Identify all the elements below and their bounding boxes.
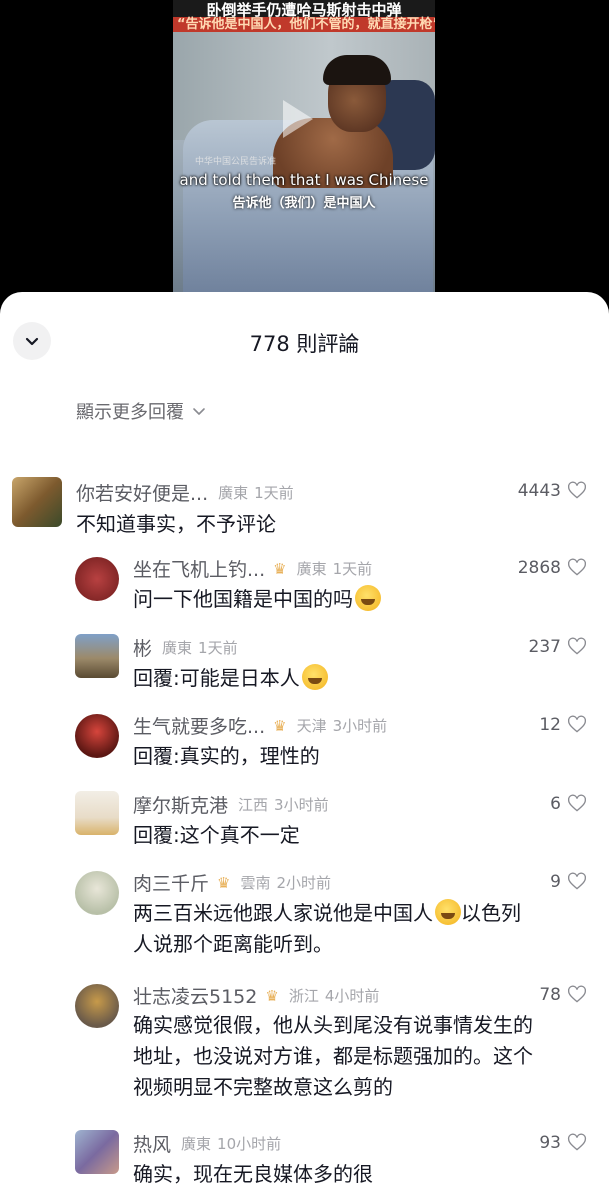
comment-meta: 雲南 2小时前: [240, 874, 332, 892]
heart-outline-icon: [567, 481, 587, 499]
comment-text: 两三百米远他跟人家说他是中国人 以色列 人说那个距离能听到。: [133, 899, 521, 956]
like-button[interactable]: 4443: [518, 481, 587, 501]
crown-icon: ♛: [273, 559, 287, 578]
comment-text: 回覆:这个真不一定: [133, 823, 300, 847]
emoji-icon: [301, 664, 328, 690]
comment-meta: 廣東 10小时前: [181, 1135, 282, 1153]
comment-meta: 天津 3小时前: [296, 717, 388, 735]
comment-meta: 廣東 1天前: [162, 639, 238, 657]
like-button[interactable]: 78: [539, 985, 587, 1005]
like-count: 78: [539, 985, 561, 1005]
like-count: 9: [550, 872, 561, 892]
crown-icon: ♛: [217, 873, 231, 892]
like-button[interactable]: 12: [539, 715, 587, 735]
like-count: 6: [550, 794, 561, 814]
comment-count-title: 778 則評論: [249, 332, 360, 356]
heart-outline-icon: [567, 794, 587, 812]
comment-meta: 廣東 1天前: [218, 484, 294, 502]
comment-author[interactable]: 坐在飞机上钓...: [133, 555, 265, 582]
heart-outline-icon: [567, 558, 587, 576]
emoji-icon: [435, 899, 461, 925]
heart-outline-icon: [567, 872, 587, 890]
like-count: 12: [539, 715, 561, 735]
video-player[interactable]: 卧倒举手仍遭哈马斯射击中弹 “告诉他是中国人，他们不管的，就直接开枪” 中华中国…: [0, 0, 609, 300]
like-button[interactable]: 2868: [518, 558, 587, 578]
avatar[interactable]: [12, 477, 62, 527]
heart-outline-icon: [567, 715, 587, 733]
comment-text: 回覆:真实的，理性的: [133, 744, 320, 768]
avatar[interactable]: [75, 557, 119, 601]
avatar[interactable]: [75, 1130, 119, 1174]
show-more-replies-label: 顯示更多回覆: [76, 402, 184, 423]
like-count: 237: [528, 637, 561, 657]
comment-author[interactable]: 壮志凌云5152: [133, 982, 257, 1009]
heart-outline-icon: [567, 985, 587, 1003]
video-caption-zh: 告诉他（我们）是中国人: [232, 196, 376, 211]
chevron-down-icon: [193, 408, 205, 415]
comment-author[interactable]: 肉三千斤: [133, 869, 209, 896]
like-count: 93: [539, 1133, 561, 1153]
play-icon[interactable]: [283, 100, 313, 138]
comment-author[interactable]: 热风: [133, 1130, 171, 1157]
comment-text: 确实，现在无良媒体多的很: [133, 1162, 373, 1186]
comment-text: 不知道事实，不予评论: [76, 512, 276, 536]
comment-text: 回覆:可能是日本人: [133, 663, 328, 694]
comment-text: 问一下他国籍是中国的吗: [133, 584, 381, 615]
like-button[interactable]: 9: [550, 872, 587, 892]
video-caption-en: and told them that I was Chinese: [179, 171, 429, 189]
comment-author[interactable]: 摩尔斯克港: [133, 791, 228, 818]
video-watermark: 中华中国公民告诉准: [195, 157, 277, 167]
comment-meta: 廣東 1天前: [296, 560, 373, 578]
comment-author[interactable]: 生气就要多吃...: [133, 712, 265, 739]
avatar[interactable]: [75, 984, 119, 1028]
like-count: 4443: [517, 481, 561, 501]
like-button[interactable]: 6: [550, 794, 587, 814]
show-more-replies-button[interactable]: 顯示更多回覆: [76, 398, 206, 424]
emoji-icon: [355, 585, 381, 611]
crown-icon: ♛: [273, 716, 287, 735]
heart-outline-icon: [567, 1133, 587, 1151]
comment-sheet: 778 則評論 顯示更多回覆 你若安好便是... 廣東 1天前 不知道事实，不予评…: [0, 292, 609, 1200]
comment-text: 确实感觉很假，他从头到尾没有说事情发生的 地址，也没说对方谁，都是标题强加的。这…: [133, 1013, 533, 1099]
video-person-hair: [323, 55, 391, 85]
comment-meta: 江西 3小时前: [238, 796, 329, 814]
video-subtitle: “告诉他是中国人，他们不管的，就直接开枪”: [173, 17, 435, 32]
like-button[interactable]: 237: [529, 637, 587, 657]
avatar[interactable]: [75, 634, 119, 678]
comment-meta: 浙江 4小时前: [288, 987, 380, 1005]
avatar[interactable]: [75, 791, 119, 835]
crown-icon: ♛: [265, 986, 279, 1005]
heart-outline-icon: [567, 637, 587, 655]
avatar[interactable]: [75, 714, 119, 758]
video-frame[interactable]: 卧倒举手仍遭哈马斯射击中弹 “告诉他是中国人，他们不管的，就直接开枪” 中华中国…: [173, 0, 435, 292]
like-count: 2868: [517, 558, 561, 578]
comment-author[interactable]: 你若安好便是...: [76, 479, 208, 506]
comment-author[interactable]: 彬: [133, 634, 152, 661]
avatar[interactable]: [75, 871, 119, 915]
like-button[interactable]: 93: [539, 1133, 587, 1153]
video-title: 卧倒举手仍遭哈马斯射击中弹: [206, 2, 402, 18]
